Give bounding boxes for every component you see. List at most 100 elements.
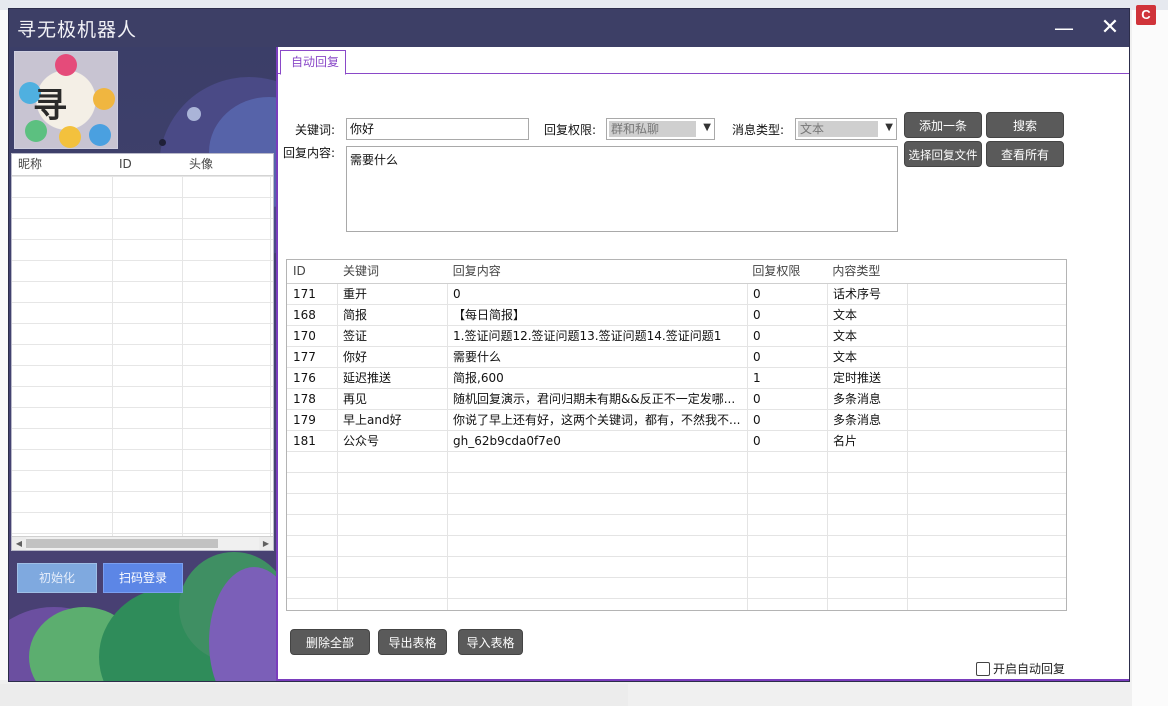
reply-table-header: ID 关键词 回复内容 回复权限 内容类型 xyxy=(287,260,1066,284)
cell-content-type: 文本 xyxy=(833,350,858,364)
add-one-button[interactable]: 添加一条 xyxy=(904,112,982,138)
cell-reply-content: gh_62b9cda0f7e0 xyxy=(453,434,561,448)
table-row[interactable]: 171 重开 0 0 话术序号 xyxy=(287,284,1066,305)
scroll-right-icon[interactable]: ▶ xyxy=(259,537,273,550)
search-button[interactable]: 搜索 xyxy=(986,112,1064,138)
init-button[interactable]: 初始化 xyxy=(17,563,97,593)
avatar-calligraphy: 寻 xyxy=(33,86,67,126)
view-all-button[interactable]: 查看所有 xyxy=(986,141,1064,167)
column-permission[interactable]: 回复权限 xyxy=(746,260,826,283)
table-row[interactable]: 170 签证 1.签证问题12.签证问题13.签证问题14.签证问题1 0 文本 xyxy=(287,326,1066,347)
contact-column-id[interactable]: ID xyxy=(113,154,183,175)
reply-content-textarea[interactable]: 需要什么 xyxy=(346,146,898,232)
decor-dot xyxy=(187,107,201,121)
reply-content-label: 回复内容: xyxy=(283,146,336,160)
contact-horizontal-scrollbar[interactable]: ◀ ▶ xyxy=(12,536,273,550)
auto-reply-checkbox[interactable] xyxy=(976,661,990,676)
cell-keyword: 延迟推送 xyxy=(343,371,392,385)
cell-reply-content: 0 xyxy=(453,287,461,301)
keyword-input[interactable]: 你好 xyxy=(346,118,529,140)
message-type-label: 消息类型: xyxy=(732,123,785,137)
cell-keyword: 早上and好 xyxy=(343,413,402,427)
table-row[interactable]: 181 公众号 gh_62b9cda0f7e0 0 名片 xyxy=(287,431,1066,452)
cell-permission: 0 xyxy=(753,350,761,364)
cell-content-type: 多条消息 xyxy=(833,392,882,406)
avatar-decor xyxy=(93,88,115,110)
reply-table-body: 171 重开 0 0 话术序号 168 简报 【每日简报】 0 文本 170 签… xyxy=(287,284,1066,610)
contact-table[interactable]: 昵称 ID 头像 ◀ ▶ xyxy=(11,153,274,551)
cell-content-type: 文本 xyxy=(833,329,858,343)
scroll-left-icon[interactable]: ◀ xyxy=(12,537,26,550)
permission-select-value: 群和私聊 xyxy=(609,121,696,137)
avatar-decor xyxy=(55,54,77,76)
cell-permission: 0 xyxy=(753,413,761,427)
cell-reply-content: 随机回复演示，君问归期未有期&&反正不一定发哪... xyxy=(453,392,736,406)
column-reply-content[interactable]: 回复内容 xyxy=(447,260,747,283)
table-row[interactable]: 179 早上and好 你说了早上还有好，这两个关键词，都有，不然我不... 0 … xyxy=(287,410,1066,431)
message-type-select[interactable]: 文本 ▼ xyxy=(795,118,897,140)
column-keyword[interactable]: 关键词 xyxy=(337,260,447,283)
scroll-thumb[interactable] xyxy=(26,539,218,548)
chevron-down-icon[interactable]: ▼ xyxy=(885,122,893,133)
table-row[interactable]: 176 延迟推送 简报,600 1 定时推送 xyxy=(287,368,1066,389)
choose-reply-file-button[interactable]: 选择回复文件 xyxy=(904,141,982,167)
cell-keyword: 你好 xyxy=(343,350,368,364)
cell-id: 181 xyxy=(293,434,316,448)
scan-login-button[interactable]: 扫码登录 xyxy=(103,563,183,593)
delete-all-button[interactable]: 删除全部 xyxy=(290,629,370,655)
cell-reply-content: 需要什么 xyxy=(453,350,502,364)
cell-id: 170 xyxy=(293,329,316,343)
background-bottom-edge xyxy=(0,684,628,706)
import-table-button[interactable]: 导入表格 xyxy=(458,629,523,655)
cell-content-type: 多条消息 xyxy=(833,413,882,427)
contact-column-avatar[interactable]: 头像 xyxy=(183,154,273,175)
cell-content-type: 名片 xyxy=(833,434,858,448)
title-bar: 寻无极机器人 — ✕ xyxy=(9,9,1129,47)
contact-column-nickname[interactable]: 昵称 xyxy=(12,154,113,175)
permission-label: 回复权限: xyxy=(544,123,597,137)
cell-reply-content: 【每日简报】 xyxy=(453,308,526,322)
permission-select[interactable]: 群和私聊 ▼ xyxy=(606,118,715,140)
cell-permission: 0 xyxy=(753,392,761,406)
export-table-button[interactable]: 导出表格 xyxy=(378,629,447,655)
cell-keyword: 再见 xyxy=(343,392,368,406)
cell-id: 177 xyxy=(293,350,316,364)
cell-keyword: 简报 xyxy=(343,308,368,322)
table-row[interactable]: 177 你好 需要什么 0 文本 xyxy=(287,347,1066,368)
cell-reply-content: 你说了早上还有好，这两个关键词，都有，不然我不... xyxy=(453,413,741,427)
contact-table-body xyxy=(12,176,273,536)
tab-content: 关键词: 你好 回复权限: 群和私聊 ▼ 消息类型: 文本 ▼ 添加一条 搜索 … xyxy=(278,74,1129,681)
table-row[interactable]: 178 再见 随机回复演示，君问归期未有期&&反正不一定发哪... 0 多条消息 xyxy=(287,389,1066,410)
window-title: 寻无极机器人 xyxy=(17,19,138,41)
column-id[interactable]: ID xyxy=(287,260,337,283)
cell-keyword: 重开 xyxy=(343,287,368,301)
background-right-edge xyxy=(1132,10,1168,706)
tab-auto-reply[interactable]: 自动回复 xyxy=(280,50,346,75)
minimize-button[interactable]: — xyxy=(1047,13,1081,45)
reply-rules-table[interactable]: ID 关键词 回复内容 回复权限 内容类型 171 重开 0 0 话术序号 16… xyxy=(286,259,1067,611)
keyword-label: 关键词: xyxy=(295,123,336,137)
app-window: 寻无极机器人 — ✕ 寻 昵称 ID 头像 ◀ ▶ 初始化 扫码登录 自动回复 … xyxy=(8,8,1130,682)
table-row[interactable]: 168 简报 【每日简报】 0 文本 xyxy=(287,305,1066,326)
decor-dot xyxy=(159,139,166,146)
tab-strip: 自动回复 xyxy=(278,47,1129,75)
cell-content-type: 文本 xyxy=(833,308,858,322)
auto-reply-toggle[interactable]: 开启自动回复 xyxy=(976,660,1065,677)
background-app-icon: C xyxy=(1136,5,1156,25)
auto-reply-label: 开启自动回复 xyxy=(993,662,1066,676)
close-button[interactable]: ✕ xyxy=(1093,13,1127,45)
cell-permission: 0 xyxy=(753,434,761,448)
contact-table-header: 昵称 ID 头像 xyxy=(12,154,273,176)
cell-content-type: 话术序号 xyxy=(833,287,882,301)
cell-keyword: 公众号 xyxy=(343,434,380,448)
cell-keyword: 签证 xyxy=(343,329,368,343)
cell-reply-content: 1.签证问题12.签证问题13.签证问题14.签证问题1 xyxy=(453,329,722,343)
column-content-type[interactable]: 内容类型 xyxy=(826,260,906,283)
cell-id: 168 xyxy=(293,308,316,322)
chevron-down-icon[interactable]: ▼ xyxy=(703,122,711,133)
cell-permission: 0 xyxy=(753,287,761,301)
cell-reply-content: 简报,600 xyxy=(453,371,504,385)
cell-id: 171 xyxy=(293,287,316,301)
avatar[interactable]: 寻 xyxy=(14,51,118,149)
cell-content-type: 定时推送 xyxy=(833,371,882,385)
